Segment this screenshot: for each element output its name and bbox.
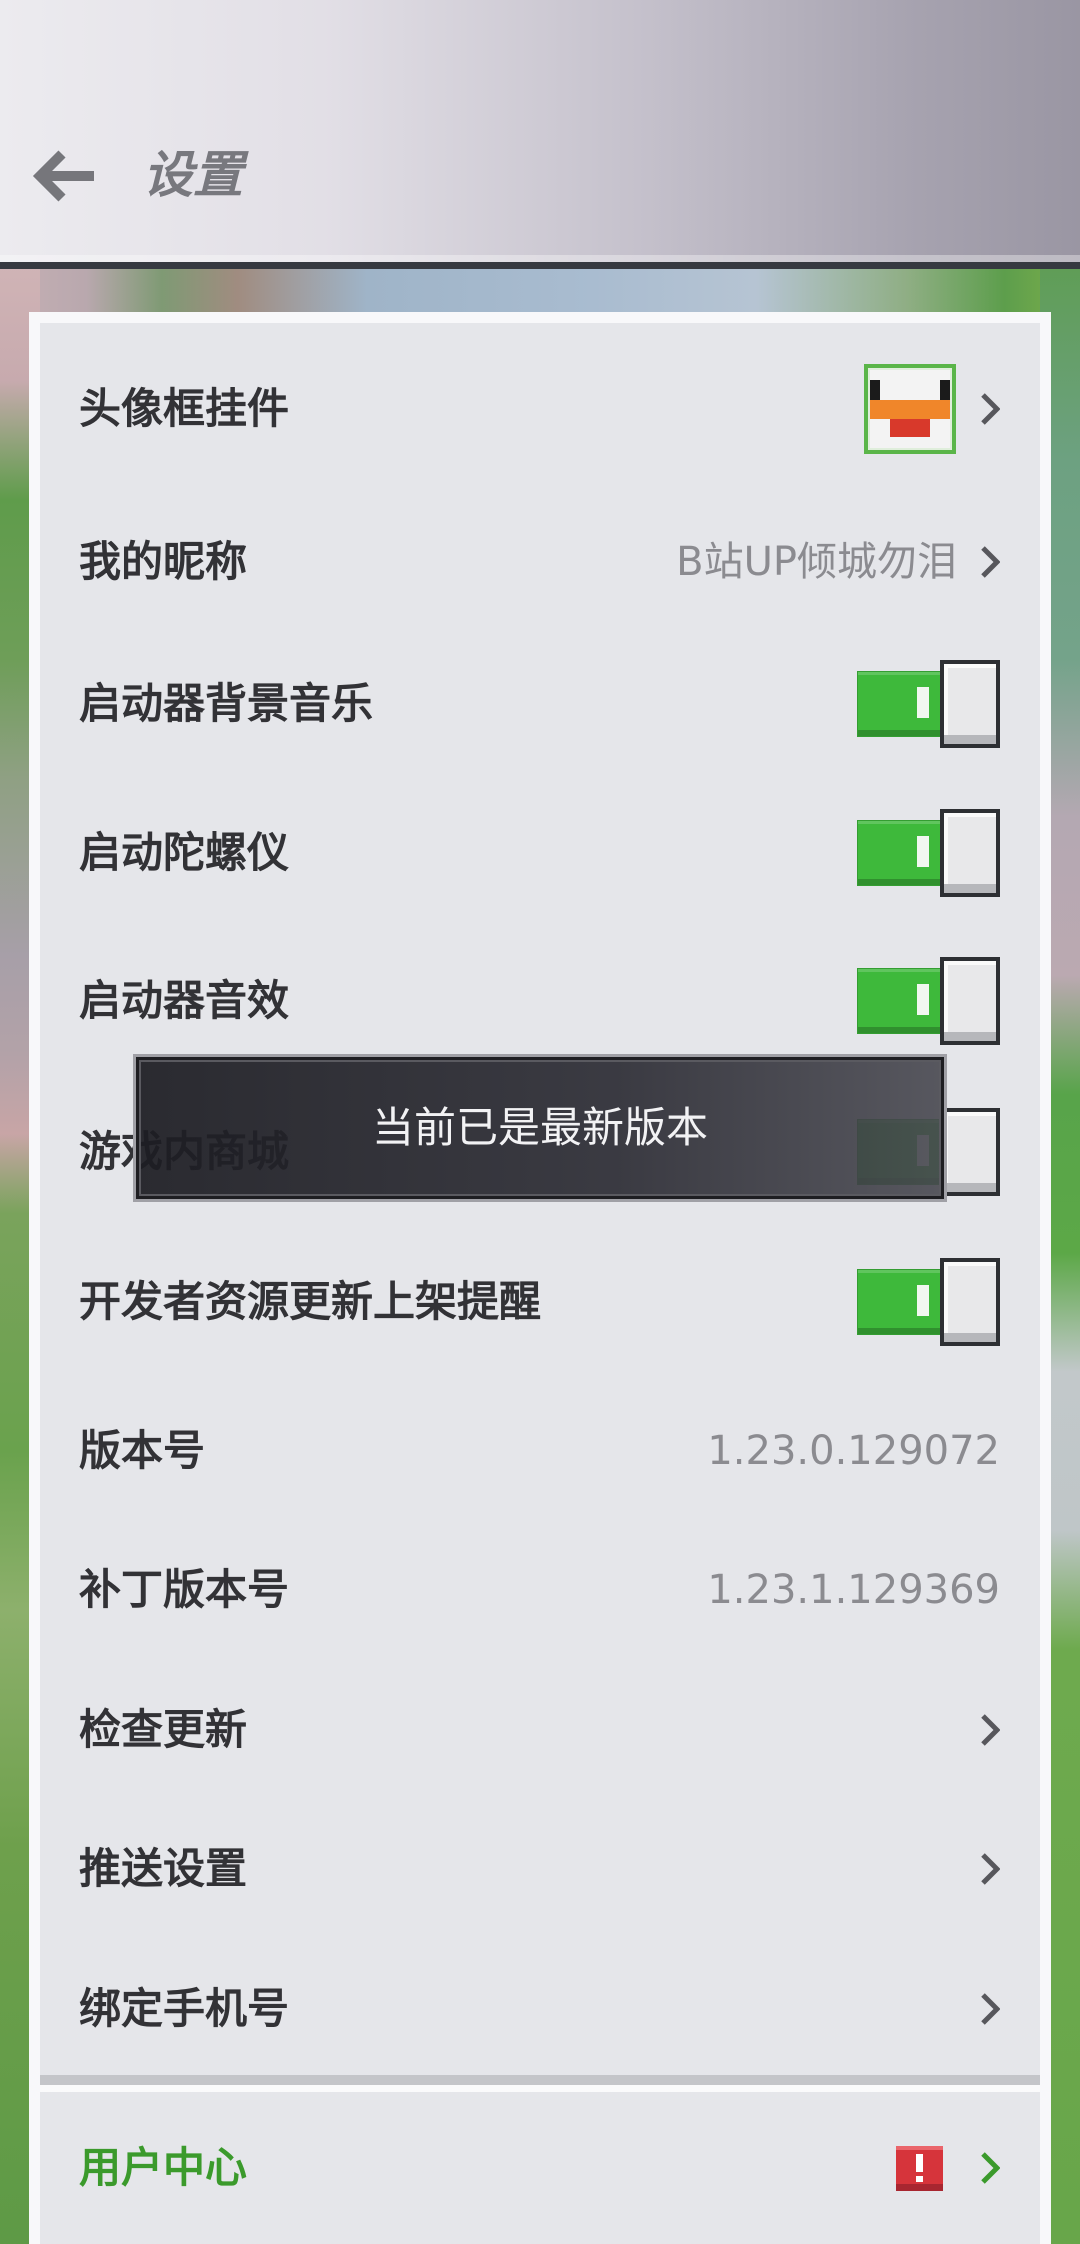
toggle-knob <box>940 1258 1000 1346</box>
row-nickname[interactable]: 我的昵称 B站UP倾城勿泪 <box>79 502 1000 622</box>
row-check-update[interactable]: 检查更新 <box>79 1670 1000 1790</box>
chevron-right-icon <box>980 1993 1000 2025</box>
toggle-knob <box>940 660 1000 748</box>
toggle-knob <box>940 809 1000 897</box>
row-push-settings[interactable]: 推送设置 <box>79 1809 1000 1929</box>
toggle-track <box>857 1269 947 1335</box>
toggle-on-indicator <box>917 687 929 718</box>
badge-shade <box>896 2183 943 2191</box>
user-center-label: 用户中心 <box>79 2143 248 2192</box>
avatar-beak <box>870 400 950 419</box>
patch-version-value: 1.23.1.129369 <box>707 1567 1000 1613</box>
row-bind-phone[interactable]: 绑定手机号 <box>79 1949 1000 2069</box>
row-label: 检查更新 <box>79 1705 248 1754</box>
row-label: 绑定手机号 <box>79 1984 290 2033</box>
toggle-on-indicator <box>917 984 929 1015</box>
toggle-switch[interactable] <box>857 809 1000 897</box>
toggle-knob <box>940 1108 1000 1196</box>
chevron-right-icon <box>980 1853 1000 1885</box>
page-title: 设置 <box>143 146 243 204</box>
row-launcher-sfx: 启动器音效 <box>79 941 1000 1061</box>
row-user-center[interactable]: 用户中心 <box>79 2108 1000 2228</box>
row-version: 版本号 1.23.0.129072 <box>79 1391 1000 1511</box>
row-avatar-frame[interactable]: 头像框挂件 <box>79 349 1000 469</box>
row-label: 补丁版本号 <box>79 1565 290 1614</box>
avatar-wattle <box>890 419 930 437</box>
arrow-left-icon <box>32 150 94 202</box>
chevron-right-icon <box>980 1714 1000 1746</box>
row-label: 启动器音效 <box>79 976 290 1025</box>
header-divider <box>0 262 1080 269</box>
settings-screen: 设置 头像框挂件 我的昵称 B站UP倾城勿泪 启动器背景音乐 启动陀螺仪 启动器… <box>0 0 1080 2244</box>
toggle-track <box>857 820 947 886</box>
toggle-track <box>857 671 947 737</box>
badge-exclamation-bar <box>916 2153 923 2172</box>
row-label: 启动陀螺仪 <box>79 828 290 877</box>
back-button[interactable] <box>28 146 100 206</box>
toggle-on-indicator <box>917 1285 929 1316</box>
row-launcher-music: 启动器背景音乐 <box>79 644 1000 764</box>
toggle-track <box>857 968 947 1034</box>
nickname-value: B站UP倾城勿泪 <box>676 539 957 585</box>
toggle-knob <box>940 957 1000 1045</box>
toast-message: 当前已是最新版本 <box>371 1103 708 1152</box>
badge-exclamation-dot <box>916 2175 923 2182</box>
row-patch-version: 补丁版本号 1.23.1.129369 <box>79 1530 1000 1650</box>
row-controls: B站UP倾城勿泪 <box>676 538 1000 586</box>
toggle-on-indicator <box>917 836 929 867</box>
row-controls <box>896 2145 1000 2191</box>
header: 设置 <box>0 0 1080 262</box>
chevron-right-icon <box>980 2152 1000 2184</box>
exclamation-badge-icon <box>896 2145 943 2191</box>
row-label: 推送设置 <box>79 1844 248 1893</box>
chevron-right-icon <box>980 546 1000 578</box>
toast: 当前已是最新版本 <box>133 1054 947 1202</box>
avatar-eye-left <box>870 380 880 400</box>
row-controls <box>864 364 1000 454</box>
row-gyroscope: 启动陀螺仪 <box>79 793 1000 913</box>
row-label: 头像框挂件 <box>79 384 290 433</box>
chicken-avatar-frame-icon <box>864 364 956 454</box>
row-developer-update-reminder: 开发者资源更新上架提醒 <box>79 1242 1000 1362</box>
row-label: 启动器背景音乐 <box>79 679 374 728</box>
avatar-eye-right <box>940 380 950 400</box>
section-divider-highlight <box>40 2085 1040 2092</box>
row-label: 版本号 <box>79 1426 206 1475</box>
row-label: 我的昵称 <box>79 537 248 586</box>
row-label: 开发者资源更新上架提醒 <box>79 1277 542 1326</box>
toggle-switch[interactable] <box>857 957 1000 1045</box>
settings-panel: 头像框挂件 我的昵称 B站UP倾城勿泪 启动器背景音乐 启动陀螺仪 启动器音效 … <box>29 312 1051 2244</box>
version-value: 1.23.0.129072 <box>707 1428 1000 1474</box>
section-divider <box>40 2075 1040 2085</box>
toggle-switch[interactable] <box>857 660 1000 748</box>
badge-highlight <box>896 2145 943 2150</box>
chevron-right-icon <box>980 393 1000 425</box>
toggle-switch[interactable] <box>857 1258 1000 1346</box>
